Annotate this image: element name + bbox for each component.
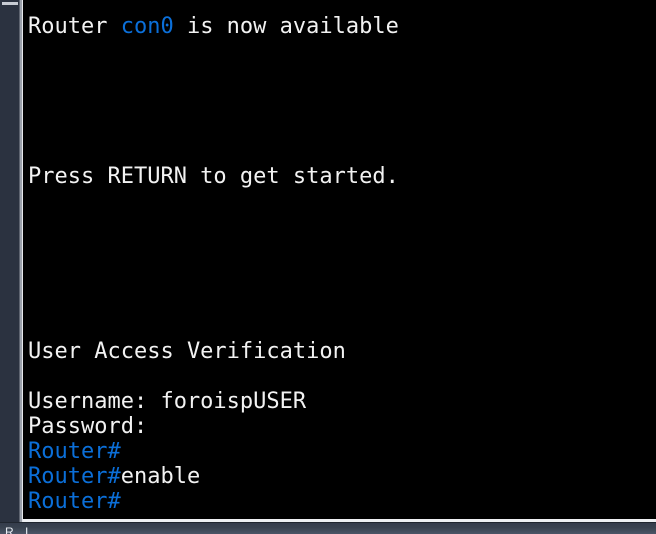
left-sidebar-strip xyxy=(0,0,19,522)
terminal-text: User Access Verification xyxy=(28,339,346,364)
terminal-line: Router# xyxy=(28,489,121,514)
taskbar-item-2[interactable]: I xyxy=(25,526,28,534)
taskbar-item-1[interactable]: R xyxy=(5,526,14,534)
terminal-text: enable xyxy=(120,464,201,489)
sidebar-scroll-indicator[interactable] xyxy=(2,2,18,5)
terminal-prompt-text: Router# xyxy=(28,464,121,489)
terminal-line: Press RETURN to get started. xyxy=(28,164,399,189)
terminal-output-area[interactable]: Router con0 is now available Press RETURN… xyxy=(23,0,656,519)
terminal-line: Username: foroispUSER xyxy=(28,389,306,414)
terminal-text: Router xyxy=(28,14,121,39)
terminal-text: Username: foroispUSER xyxy=(28,389,307,414)
terminal-text: is now available xyxy=(173,14,399,39)
terminal-line: User Access Verification xyxy=(28,339,346,364)
terminal-prompt-text: Router# xyxy=(28,489,121,514)
terminal-line: Router con0 is now available xyxy=(28,14,399,39)
terminal-line: Password: xyxy=(28,414,147,439)
router-console-window: Router con0 is now available Press RETURN… xyxy=(0,0,656,534)
bottom-taskbar[interactable]: R I xyxy=(0,522,656,534)
terminal-text: Press RETURN to get started. xyxy=(28,164,399,189)
terminal-prompt-text: con0 xyxy=(120,14,174,39)
terminal-prompt-text: Router# xyxy=(28,439,121,464)
terminal-text: Password: xyxy=(28,414,148,439)
terminal-line: Router# xyxy=(28,439,121,464)
terminal-line: Router#enable xyxy=(28,464,200,489)
